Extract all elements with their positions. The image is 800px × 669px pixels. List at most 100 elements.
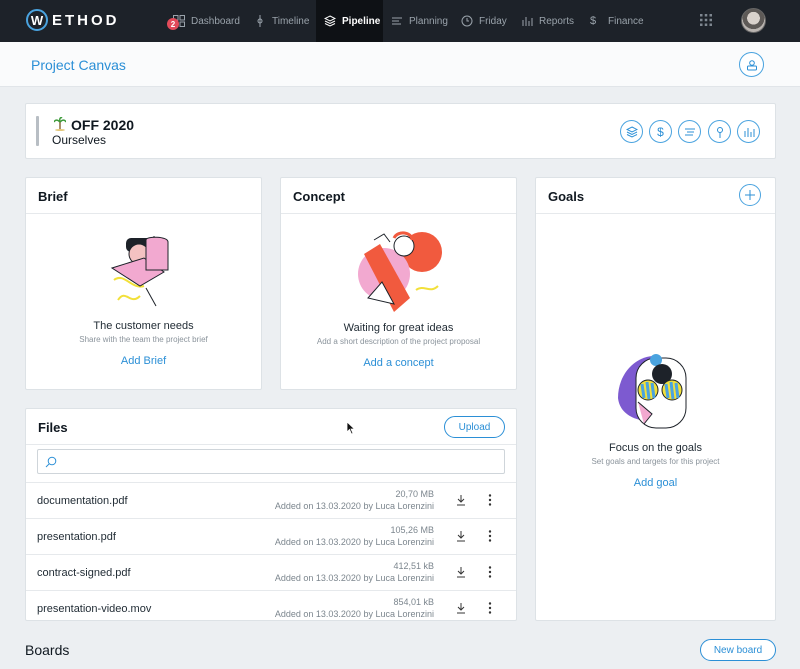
concept-card: Concept Waiting for great ideas Add a sh…	[280, 177, 517, 390]
project-color-bar	[36, 116, 39, 146]
goals-card: Goals Focus on the goals Set goals and t…	[535, 177, 776, 621]
add-brief-link[interactable]: Add Brief	[26, 355, 261, 367]
more-options-icon[interactable]	[487, 529, 493, 543]
file-name: presentation-video.mov	[37, 603, 152, 615]
nav-label: Planning	[409, 15, 448, 27]
nav-reports[interactable]: Reports	[521, 0, 574, 42]
file-row[interactable]: presentation-video.mov 854,01 kB Added o…	[26, 590, 516, 620]
add-concept-link[interactable]: Add a concept	[281, 357, 516, 369]
wethod-logo[interactable]: W ETHOD	[26, 9, 120, 31]
concept-title: Concept	[293, 189, 345, 204]
file-row[interactable]: documentation.pdf 20,70 MB Added on 13.0…	[26, 482, 516, 518]
person-box-icon	[746, 59, 757, 70]
nav-timeline[interactable]: Timeline	[254, 0, 309, 42]
clock-icon	[461, 15, 473, 27]
project-name: OFF 2020	[71, 117, 135, 133]
planning-icon	[684, 128, 695, 135]
nav-finance[interactable]: $ Finance	[590, 0, 644, 42]
dollar-icon: $	[657, 124, 664, 139]
file-added: Added on 13.03.2020 by Luca Lorenzini	[274, 609, 434, 619]
mouse-cursor-icon	[346, 421, 355, 435]
timeline-icon	[257, 15, 263, 27]
goals-title: Goals	[548, 189, 585, 204]
nav-friday[interactable]: Friday	[461, 0, 507, 42]
download-icon[interactable]	[456, 530, 466, 542]
bar-chart-icon	[522, 17, 533, 26]
more-options-icon[interactable]	[487, 565, 493, 579]
goals-header: Goals	[536, 178, 775, 214]
plus-icon	[745, 190, 755, 200]
add-goal-link[interactable]: Add goal	[536, 477, 775, 489]
file-added: Added on 13.03.2020 by Luca Lorenzini	[274, 573, 434, 583]
brief-illustration	[110, 236, 169, 307]
file-added: Added on 13.03.2020 by Luca Lorenzini	[274, 501, 434, 511]
brief-caption: The customer needs	[93, 320, 194, 332]
concept-subcaption: Add a short description of the project p…	[316, 337, 481, 346]
file-size: 412,51 kB	[393, 561, 434, 571]
file-row[interactable]: presentation.pdf 105,26 MB Added on 13.0…	[26, 518, 516, 554]
reports-button[interactable]	[737, 120, 760, 143]
brief-title: Brief	[38, 189, 68, 204]
new-board-button[interactable]: New board	[700, 639, 776, 661]
more-options-icon[interactable]	[487, 493, 493, 507]
file-size: 105,26 MB	[390, 525, 434, 535]
download-icon[interactable]	[456, 566, 466, 578]
files-header: Files	[26, 409, 516, 445]
file-size: 20,70 MB	[395, 489, 434, 499]
goals-subcaption: Set goals and targets for this project	[591, 457, 720, 466]
finance-button[interactable]: $	[649, 120, 672, 143]
file-search-input[interactable]	[37, 449, 505, 474]
user-avatar[interactable]	[741, 8, 766, 33]
nav-label: Reports	[539, 15, 575, 27]
download-icon[interactable]	[456, 602, 466, 614]
concept-caption: Waiting for great ideas	[343, 322, 454, 334]
palm-tree-icon	[54, 117, 66, 131]
concept-illustration	[358, 231, 442, 312]
goals-caption: Focus on the goals	[609, 442, 702, 454]
notification-badge: 2	[167, 18, 179, 30]
upload-button[interactable]: Upload	[444, 416, 505, 438]
file-name: presentation.pdf	[37, 531, 116, 543]
nav-label: Timeline	[272, 15, 310, 27]
planning-button[interactable]	[678, 120, 701, 143]
timeline-icon	[716, 126, 723, 138]
nav-planning[interactable]: Planning	[391, 0, 448, 42]
pipeline-button[interactable]	[620, 120, 643, 143]
logo-text: ETHOD	[52, 11, 120, 29]
nav-label: Dashboard	[191, 15, 240, 27]
bar-chart-icon	[744, 127, 754, 137]
canvas-menu-button[interactable]	[739, 52, 764, 77]
add-goal-button[interactable]	[739, 184, 761, 206]
brief-card: Brief The customer needs Share with the …	[25, 177, 262, 390]
file-row[interactable]: contract-signed.pdf 412,51 kB Added on 1…	[26, 554, 516, 590]
boards-title: Boards	[25, 642, 70, 658]
nav-pipeline[interactable]: Pipeline	[316, 0, 383, 42]
file-added: Added on 13.03.2020 by Luca Lorenzini	[274, 537, 434, 547]
layers-icon	[625, 125, 638, 138]
search-icon	[45, 456, 57, 468]
brief-header: Brief	[26, 178, 261, 214]
top-navigation: W ETHOD 2 Dashboard Timeline Pipeline Pl…	[0, 0, 800, 42]
dollar-icon: $	[590, 15, 597, 27]
files-card: Files Upload documentation.pdf 20,70 MB …	[25, 408, 517, 621]
more-options-icon[interactable]	[487, 601, 493, 615]
nav-dashboard[interactable]: 2 Dashboard	[167, 0, 240, 42]
planning-icon	[392, 17, 402, 25]
project-client: Ourselves	[52, 133, 107, 147]
page-header: Project Canvas	[0, 42, 800, 87]
download-icon[interactable]	[456, 494, 466, 506]
brief-subcaption: Share with the team the project brief	[79, 335, 208, 344]
project-info-card: OFF 2020 Ourselves $	[25, 103, 776, 159]
logo-mark: W	[26, 9, 48, 31]
file-name: documentation.pdf	[37, 495, 128, 507]
nav-label: Friday	[479, 15, 507, 27]
file-name: contract-signed.pdf	[37, 567, 131, 579]
nav-label: Finance	[608, 15, 644, 27]
apps-grid-icon[interactable]	[700, 14, 712, 26]
nav-label: Pipeline	[342, 15, 381, 27]
concept-header: Concept	[281, 178, 516, 214]
layers-icon	[324, 15, 336, 27]
timeline-button[interactable]	[708, 120, 731, 143]
files-title: Files	[38, 420, 68, 435]
goals-illustration	[618, 354, 687, 429]
